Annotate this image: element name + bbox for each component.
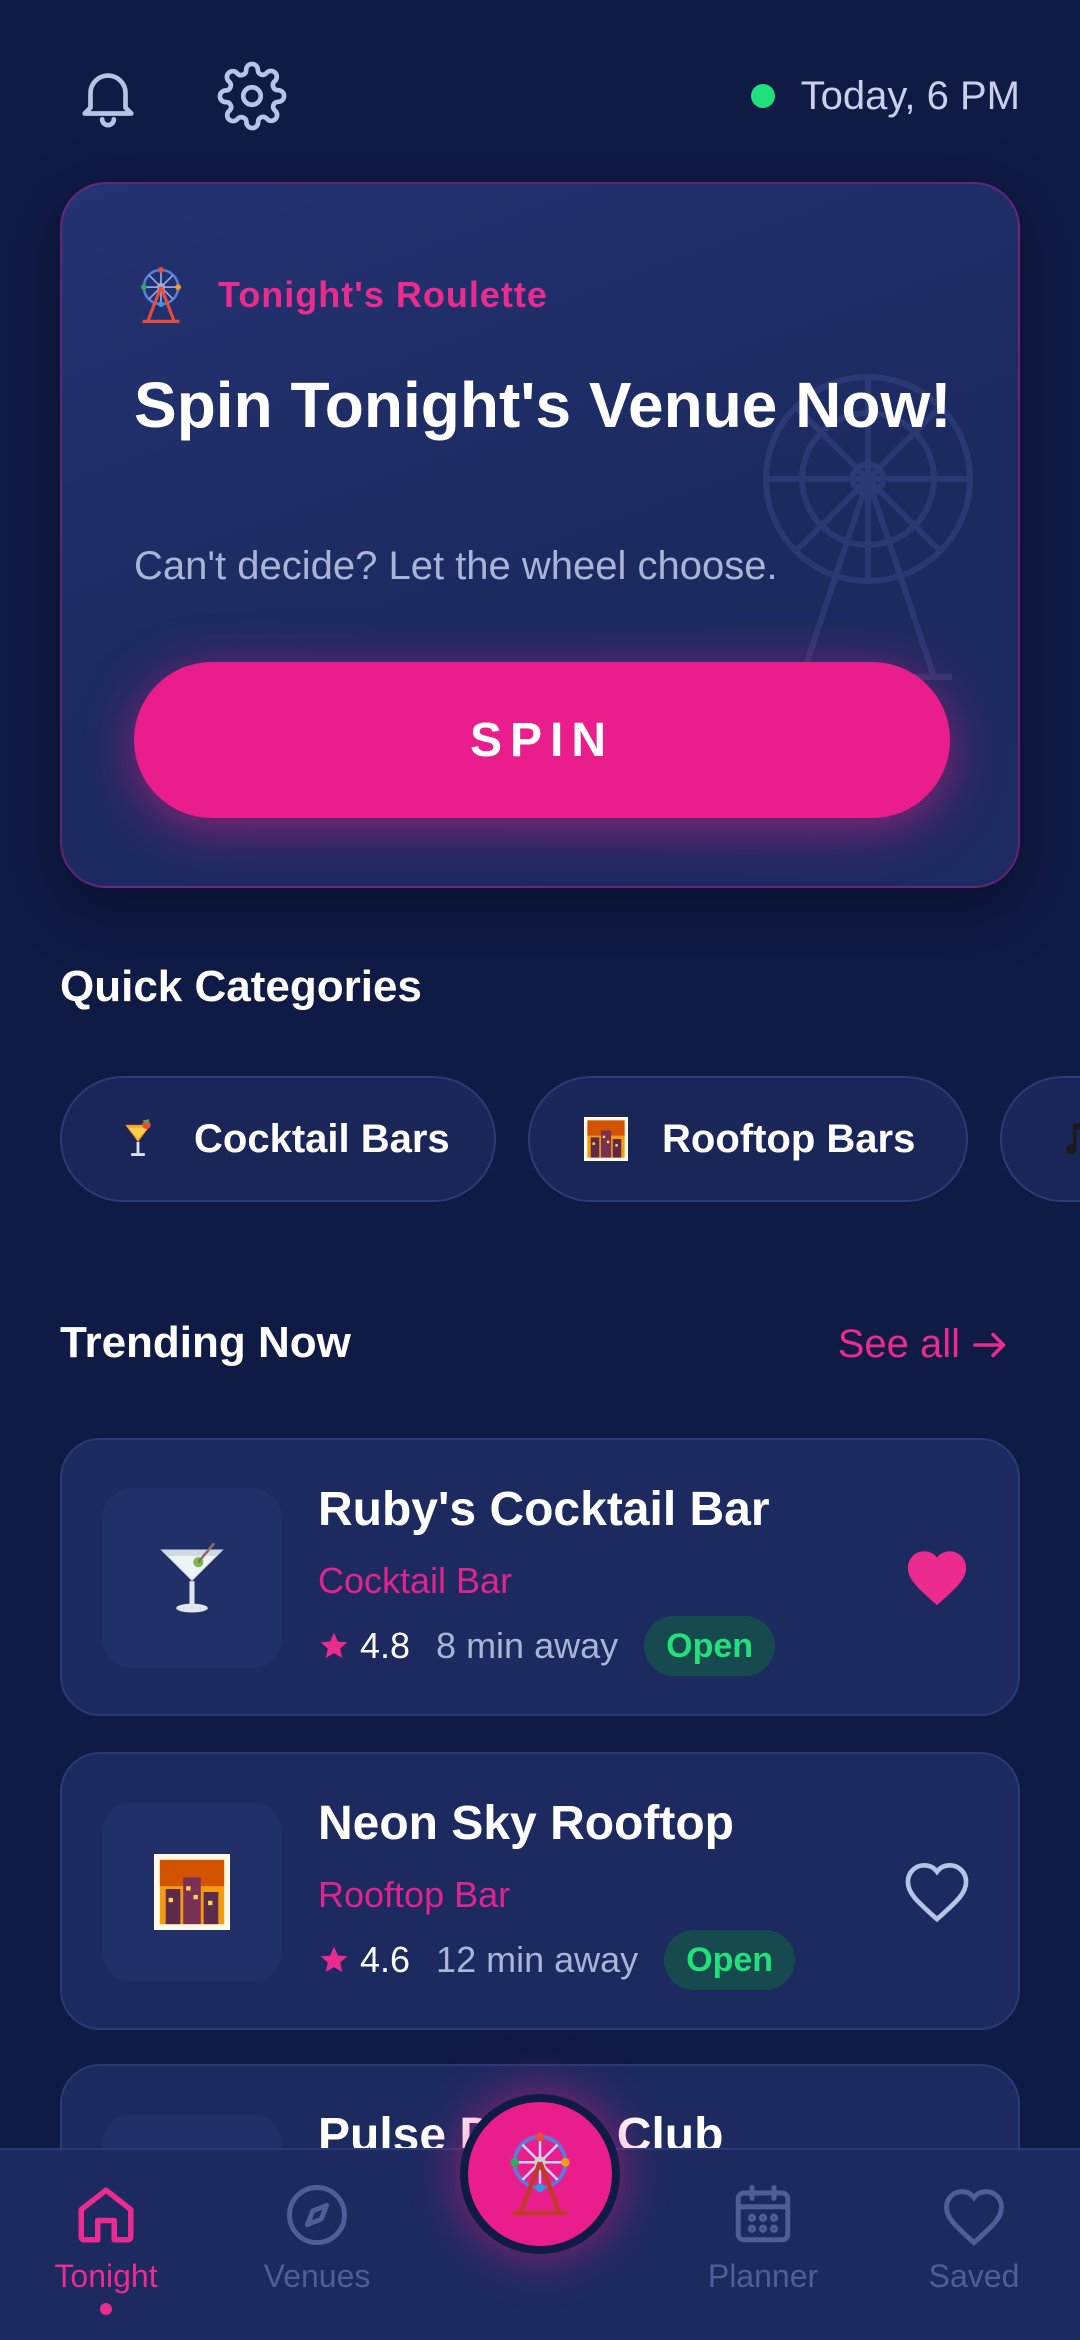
venue-card[interactable]: Ruby's Cocktail Bar Cocktail Bar 4.8 8 m… [60,1438,1020,1716]
nav-tab-label: Venues [263,2258,371,2294]
venue-category: Cocktail Bar [318,1560,513,1601]
venue-category: Rooftop Bar [318,1874,511,1915]
venue-distance: 12 min away [436,1939,639,1980]
home-icon [78,2187,134,2243]
arrow-right-icon [973,1332,1006,1357]
quick-categories-title: Quick Categories [60,962,422,1011]
status-time: Today, 6 PM [800,73,1020,118]
active-indicator-dot [100,2303,112,2315]
nav-tab-label: Planner [707,2258,819,2294]
venue-meta: 4.8 8 min away Open [318,1616,776,1676]
status-badge: Open [664,1930,796,1990]
center-spin-button[interactable] [460,2094,620,2254]
nav-tab-venues[interactable]: Venues [237,2182,397,2332]
nav-tab-saved[interactable]: Saved [894,2182,1054,2332]
city-dusk-icon [154,1854,230,1930]
heart-icon [944,2189,1004,2246]
venue-name: Ruby's Cocktail Bar [318,1483,770,1536]
see-all-label: See all [837,1322,960,1366]
category-chip-rooftop-bars[interactable]: Rooftop Bars [528,1076,968,1202]
city-dusk-icon [584,1115,628,1163]
status-badge: Open [644,1616,776,1676]
hero-title: Spin Tonight's Venue Now! [134,369,952,441]
ferris-wheel-icon [140,267,182,323]
roulette-card: Tonight's Roulette Spin Tonight's Venue … [60,182,1020,888]
trending-title: Trending Now [60,1318,351,1367]
nav-tab-label: Saved [928,2258,1020,2294]
category-chip-label: Rooftop Bars [662,1116,916,1161]
category-chip-music[interactable] [1000,1076,1080,1202]
nav-tab-planner[interactable]: Planner [683,2182,843,2332]
nav-tab-tonight[interactable]: Tonight [26,2182,186,2332]
venue-meta: 4.6 12 min away Open [318,1930,796,1990]
music-note-icon [1056,1115,1080,1163]
compass-icon [287,2185,347,2245]
venue-rating: 4.6 [360,1939,411,1980]
roulette-tag: Tonight's Roulette [134,266,548,324]
category-chip-label: Cocktail Bars [194,1116,450,1161]
star-icon [320,1946,348,1972]
see-all-link[interactable]: See all [838,1322,1008,1367]
status-indicator: Today, 6 PM [750,66,1020,126]
category-chip-cocktail-bars[interactable]: Cocktail Bars [60,1076,496,1202]
hero-subtitle: Can't decide? Let the wheel choose. [134,544,778,588]
spin-button[interactable]: SPIN [134,662,950,818]
heart-outline-icon[interactable] [902,1858,972,1922]
ferris-wheel-icon [510,2132,570,2216]
tropical-drink-icon [116,1115,160,1163]
roulette-tag-label: Tonight's Roulette [218,274,548,315]
top-bar: Today, 6 PM [0,0,1080,190]
venue-distance: 8 min away [436,1625,619,1666]
online-dot [750,84,775,108]
venue-thumbnail [102,1802,282,1982]
gear-icon[interactable] [212,56,292,136]
nav-tab-label: Tonight [54,2258,158,2294]
venue-name: Neon Sky Rooftop [318,1797,734,1850]
heart-filled-icon[interactable] [902,1544,972,1608]
venue-card[interactable]: Neon Sky Rooftop Rooftop Bar 4.6 12 min … [60,1752,1020,2030]
venue-rating: 4.8 [360,1625,411,1666]
star-icon [320,1632,348,1658]
category-chips: Cocktail Bars Rooftop Bars [0,1076,1080,1202]
bell-icon[interactable] [68,56,148,136]
tonight-screen: Today, 6 PM Tonight's Roulette Spin Toni… [0,0,1080,2340]
calendar-icon [735,2185,791,2243]
venue-thumbnail [102,1488,282,1668]
cocktail-glass-icon [160,1542,224,1613]
